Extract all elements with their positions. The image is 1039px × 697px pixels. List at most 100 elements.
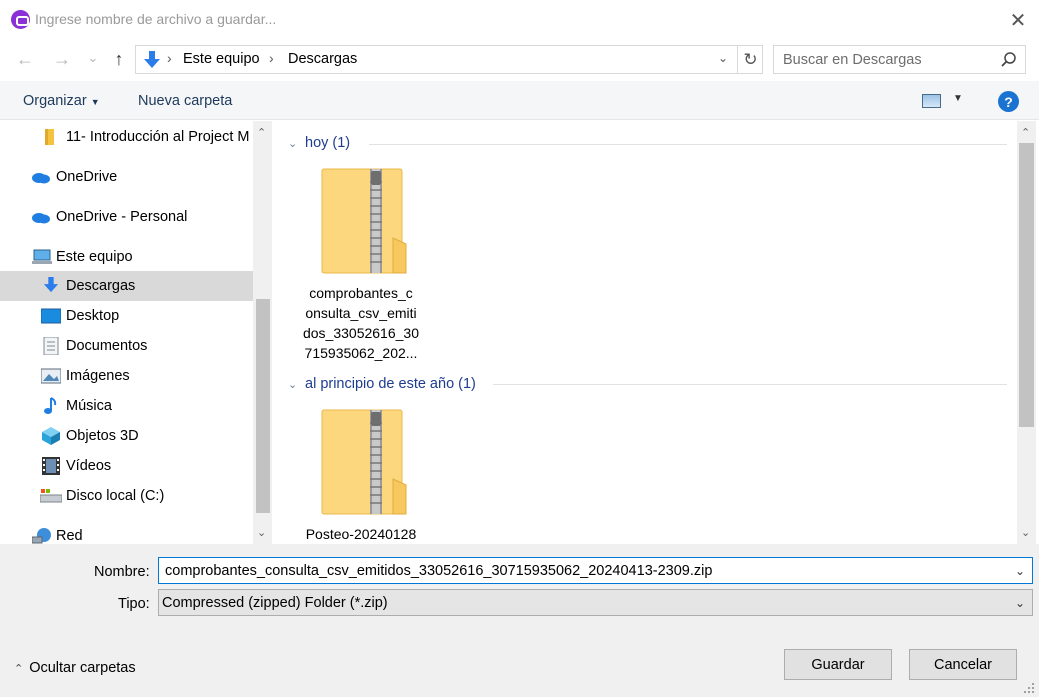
folder-icon xyxy=(45,129,54,145)
network-icon xyxy=(32,528,51,544)
filename-input[interactable]: comprobantes_consulta_csv_emitidos_33052… xyxy=(158,557,1033,584)
sidebar-item-label: Disco local (C:) xyxy=(66,488,165,504)
chevron-down-icon[interactable]: ⌄ xyxy=(288,137,297,150)
filename-value: comprobantes_consulta_csv_emitidos_33052… xyxy=(165,563,713,579)
zip-folder-icon xyxy=(321,168,407,274)
new-folder-button[interactable]: Nueva carpeta xyxy=(138,93,232,109)
search-input[interactable]: Buscar en Descargas xyxy=(773,45,1026,74)
type-label: Tipo: xyxy=(118,596,150,612)
file-name-line: dos_33052616_30 xyxy=(302,325,419,341)
name-label: Nombre: xyxy=(94,564,150,580)
sidebar-item-label: Red xyxy=(56,528,83,544)
up-button[interactable]: ↑ xyxy=(107,47,131,71)
computer-icon xyxy=(32,249,52,264)
local-disk-icon xyxy=(40,489,62,503)
group-header-hoy[interactable]: hoy (1) xyxy=(305,135,350,151)
group-divider xyxy=(369,144,1007,145)
zip-folder-icon xyxy=(321,409,407,515)
documents-icon xyxy=(43,337,59,355)
chevron-down-icon[interactable]: ⌄ xyxy=(1015,564,1025,578)
chevron-up-icon: ⌃ xyxy=(14,663,24,675)
breadcrumb-separator: › xyxy=(269,50,274,66)
sidebar-item-label: Vídeos xyxy=(66,458,112,474)
downloads-icon xyxy=(43,277,59,293)
sidebar-item-label: OneDrive xyxy=(56,169,118,185)
sidebar-item-label: Desktop xyxy=(66,308,120,324)
pictures-icon xyxy=(41,368,61,384)
forward-button[interactable]: → xyxy=(50,47,74,71)
file-list-pane: ⌄ hoy (1) comprobantes_c onsulta_csv_emi… xyxy=(272,121,1017,544)
close-icon[interactable]: ✕ xyxy=(1004,6,1032,34)
desktop-icon xyxy=(41,308,61,324)
sidebar-item-project-folder[interactable]: 11- Introducción al Project M xyxy=(0,122,253,152)
help-icon[interactable]: ? xyxy=(998,91,1019,112)
chevron-down-icon[interactable]: ⌄ xyxy=(288,378,297,391)
view-dropdown-arrow-icon[interactable]: ▼ xyxy=(953,93,963,104)
3d-objects-icon xyxy=(42,427,60,445)
back-button[interactable]: ← xyxy=(13,47,37,71)
sidebar-item-objetos-3d[interactable]: Objetos 3D xyxy=(0,421,253,451)
sidebar-item-musica[interactable]: Música xyxy=(0,391,253,421)
dropdown-arrow-icon: ▼ xyxy=(90,97,100,107)
scroll-up-arrow-icon[interactable]: ⌃ xyxy=(257,126,266,139)
sidebar-item-desktop[interactable]: Desktop xyxy=(0,301,253,331)
file-name-line: onsulta_csv_emiti xyxy=(305,305,417,321)
videos-icon xyxy=(42,457,60,475)
group-divider xyxy=(493,384,1007,385)
recent-locations-button[interactable]: ⌄ xyxy=(86,46,100,70)
scroll-down-arrow-icon[interactable]: ⌄ xyxy=(1021,526,1030,539)
command-toolbar: Organizar ▼ Nueva carpeta ▼ ? xyxy=(0,81,1039,120)
save-button[interactable]: Guardar xyxy=(784,649,892,680)
organize-button[interactable]: Organizar ▼ xyxy=(23,93,100,109)
file-name-line: 715935062_202... xyxy=(304,345,418,361)
file-name-line: Posteo-20240128 xyxy=(305,526,417,542)
sidebar-item-videos[interactable]: Vídeos xyxy=(0,451,253,481)
organize-label: Organizar xyxy=(23,93,87,109)
chevron-down-icon[interactable]: ⌄ xyxy=(718,51,728,65)
sidebar-scrollbar-thumb[interactable] xyxy=(256,299,270,513)
resize-grip-icon[interactable] xyxy=(1022,681,1036,695)
file-item[interactable]: comprobantes_c onsulta_csv_emiti dos_330… xyxy=(299,166,423,366)
sidebar-item-descargas[interactable]: Descargas xyxy=(0,271,253,301)
hide-folders-button[interactable]: ⌃ Ocultar carpetas xyxy=(14,660,136,676)
group-header-principio-anio[interactable]: al principio de este año (1) xyxy=(305,376,476,392)
sidebar-item-onedrive-personal[interactable]: OneDrive - Personal xyxy=(0,202,253,232)
sidebar-item-label: OneDrive - Personal xyxy=(56,209,188,225)
view-options-icon[interactable] xyxy=(922,94,941,108)
cancel-button[interactable]: Cancelar xyxy=(909,649,1017,680)
sidebar-item-red[interactable]: Red xyxy=(0,521,253,544)
navigation-pane: 11- Introducción al Project M OneDrive O… xyxy=(0,121,272,544)
sidebar-item-label: Imágenes xyxy=(66,368,130,384)
sidebar-item-imagenes[interactable]: Imágenes xyxy=(0,361,253,391)
refresh-button[interactable]: ↻ xyxy=(737,45,763,74)
music-icon xyxy=(44,397,57,414)
hide-folders-label: Ocultar carpetas xyxy=(29,660,136,676)
file-type-value: Compressed (zipped) Folder (*.zip) xyxy=(162,595,388,611)
title-bar: Ingrese nombre de archivo a guardar... ✕ xyxy=(0,0,1039,40)
search-placeholder: Buscar en Descargas xyxy=(783,52,922,68)
sidebar-item-label: Documentos xyxy=(66,338,148,354)
sidebar-item-label: Descargas xyxy=(66,278,136,294)
scroll-down-arrow-icon[interactable]: ⌄ xyxy=(257,526,266,539)
file-item[interactable]: Posteo-20240128 xyxy=(299,407,423,544)
file-name: Posteo-20240128 xyxy=(299,524,423,544)
file-type-select[interactable]: Compressed (zipped) Folder (*.zip) ⌄ xyxy=(158,589,1033,616)
sidebar-item-label: Música xyxy=(66,398,112,414)
sidebar-item-label: 11- Introducción al Project M xyxy=(66,129,250,145)
sidebar-item-este-equipo[interactable]: Este equipo xyxy=(0,242,253,272)
sidebar-item-disco-local[interactable]: Disco local (C:) xyxy=(0,481,253,511)
breadcrumb-este-equipo[interactable]: Este equipo xyxy=(183,51,260,67)
file-name-line: comprobantes_c xyxy=(309,285,413,301)
file-name: comprobantes_c onsulta_csv_emiti dos_330… xyxy=(299,283,423,363)
breadcrumb-separator: › xyxy=(167,50,172,66)
onedrive-icon xyxy=(32,213,50,224)
sidebar-item-onedrive[interactable]: OneDrive xyxy=(0,162,253,192)
file-list-scrollbar-thumb[interactable] xyxy=(1019,143,1034,427)
breadcrumb-descargas[interactable]: Descargas xyxy=(288,51,357,67)
scroll-up-arrow-icon[interactable]: ⌃ xyxy=(1021,126,1030,139)
sidebar-item-documentos[interactable]: Documentos xyxy=(0,331,253,361)
address-bar[interactable]: › Este equipo › Descargas ⌄ xyxy=(135,45,763,74)
chevron-down-icon[interactable]: ⌄ xyxy=(1015,596,1025,610)
window-title: Ingrese nombre de archivo a guardar... xyxy=(35,11,277,27)
onedrive-icon xyxy=(32,173,50,184)
